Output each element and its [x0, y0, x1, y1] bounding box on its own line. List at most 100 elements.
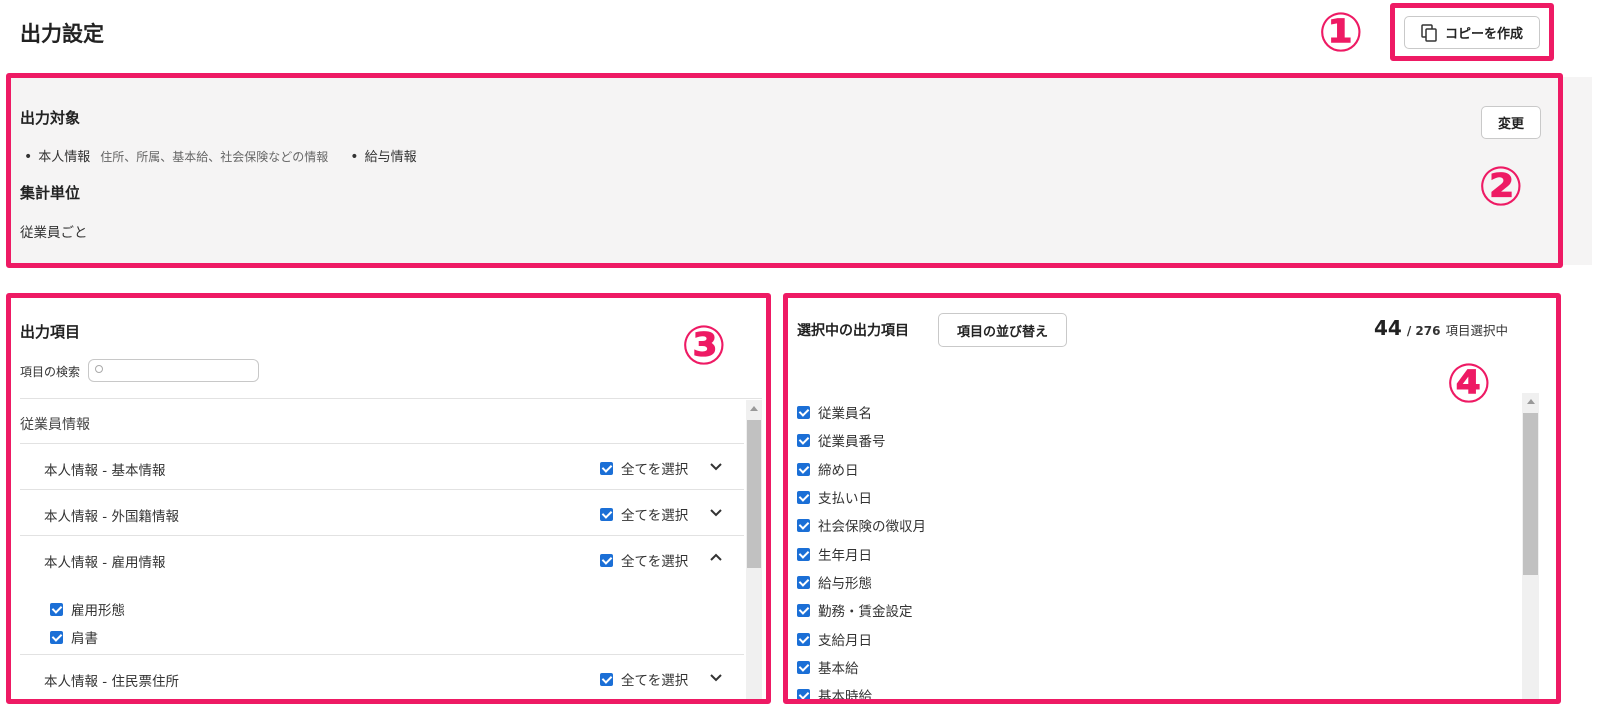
- selected-items-list: 従業員名 従業員番号 締め日 支払い日 社会保険の徴収月 生年月日 給与形態 勤…: [790, 395, 1520, 700]
- checkbox-checked-icon[interactable]: [797, 575, 810, 589]
- sub-item[interactable]: 雇用形態: [50, 599, 125, 619]
- selected-item[interactable]: 支払い日: [797, 487, 872, 507]
- checkbox-checked-icon[interactable]: [600, 461, 613, 475]
- scroll-up-icon[interactable]: [750, 406, 758, 411]
- change-button[interactable]: 変更: [1481, 106, 1541, 139]
- category-label: 本人情報 - 雇用情報: [44, 555, 166, 571]
- selected-item[interactable]: 従業員番号: [797, 430, 886, 450]
- select-all-checkbox[interactable]: 全てを選択: [600, 504, 688, 524]
- selected-items-title: 選択中の出力項目: [797, 323, 909, 339]
- output-target-item-label: 本人情報: [38, 150, 91, 165]
- chevron-down-icon[interactable]: [710, 506, 722, 518]
- search-field[interactable]: [88, 359, 259, 382]
- selected-item-label: 給与形態: [818, 576, 872, 592]
- selected-item[interactable]: 給与形態: [797, 572, 872, 592]
- selected-item-label: 基本給: [818, 661, 859, 677]
- selected-item[interactable]: 生年月日: [797, 544, 872, 564]
- left-scrollbar-thumb[interactable]: [747, 420, 761, 568]
- output-target-item-salary: • 給与情報: [350, 146, 416, 165]
- selected-item-label: 支給月日: [818, 633, 872, 649]
- category-row[interactable]: 本人情報 - 基本情報 全てを選択: [20, 443, 744, 489]
- selected-item[interactable]: 勤務・賃金設定: [797, 600, 913, 620]
- aggregation-title: 集計単位: [20, 184, 81, 202]
- sub-item-label: 肩書: [71, 631, 98, 647]
- select-all-checkbox[interactable]: 全てを選択: [600, 550, 688, 570]
- checkbox-checked-icon[interactable]: [797, 490, 810, 504]
- checkbox-checked-icon[interactable]: [797, 462, 810, 476]
- checkbox-checked-icon[interactable]: [797, 405, 810, 419]
- category-row[interactable]: 本人情報 - 外国籍情報 全てを選択: [20, 489, 744, 535]
- copy-button[interactable]: コピーを作成: [1404, 16, 1540, 49]
- output-items-list: 従業員情報 本人情報 - 基本情報 全てを選択 本人情報 - 外国籍情報 全てを…: [14, 398, 762, 700]
- chevron-up-icon[interactable]: [710, 552, 722, 564]
- bullet-icon: •: [24, 149, 33, 165]
- selected-count: 44: [1374, 316, 1402, 340]
- checkbox-checked-icon[interactable]: [797, 433, 810, 447]
- scroll-up-icon[interactable]: [1527, 399, 1535, 404]
- selected-item[interactable]: 締め日: [797, 459, 859, 479]
- sub-item[interactable]: 肩書: [50, 627, 98, 647]
- selected-item-label: 社会保険の徴収月: [818, 519, 926, 535]
- category-label: 本人情報 - 基本情報: [44, 463, 166, 479]
- select-all-checkbox[interactable]: 全てを選択: [600, 669, 688, 689]
- select-all-label: 全てを選択: [621, 673, 689, 689]
- checkbox-checked-icon[interactable]: [600, 672, 613, 686]
- annotation-number-2: ②: [1478, 155, 1524, 218]
- chevron-down-icon[interactable]: [710, 671, 722, 683]
- page-title: 出力設定: [20, 22, 104, 46]
- selected-item[interactable]: 社会保険の徴収月: [797, 515, 926, 535]
- selected-item[interactable]: 基本時給: [797, 685, 872, 700]
- select-all-label: 全てを選択: [621, 554, 689, 570]
- checkbox-checked-icon[interactable]: [600, 507, 613, 521]
- selection-count: 44 / 276 項目選択中: [1374, 316, 1508, 340]
- output-target-panel: [9, 77, 1592, 265]
- annotation-number-3: ③: [681, 314, 727, 377]
- output-target-item-description: 住所、所属、基本給、社会保険などの情報: [100, 150, 329, 164]
- annotation-number-1: ①: [1318, 1, 1364, 64]
- category-row[interactable]: 本人情報 - 雇用情報 全てを選択 雇用形態 肩書: [20, 535, 744, 654]
- category-row[interactable]: 本人情報 - 住民票住所 全てを選択: [20, 654, 744, 700]
- copy-button-label: コピーを作成: [1444, 27, 1523, 42]
- annotation-number-4: ④: [1446, 352, 1492, 415]
- select-all-checkbox[interactable]: 全てを選択: [600, 458, 688, 478]
- chevron-down-icon[interactable]: [710, 460, 722, 472]
- search-icon: [95, 365, 103, 373]
- reorder-button[interactable]: 項目の並び替え: [938, 313, 1067, 347]
- bullet-icon: •: [350, 149, 359, 165]
- category-label: 本人情報 - 外国籍情報: [44, 509, 179, 525]
- checkbox-checked-icon[interactable]: [50, 602, 63, 616]
- group-header: 従業員情報: [20, 417, 90, 433]
- category-label: 本人情報 - 住民票住所: [44, 674, 179, 690]
- sub-item-label: 雇用形態: [71, 603, 125, 619]
- checkbox-checked-icon[interactable]: [50, 630, 63, 644]
- output-target-title: 出力対象: [20, 109, 81, 127]
- checkbox-checked-icon[interactable]: [797, 518, 810, 532]
- selected-item[interactable]: 支給月日: [797, 629, 872, 649]
- selected-item-label: 従業員番号: [818, 434, 886, 450]
- count-suffix: 項目選択中: [1445, 323, 1508, 338]
- select-all-label: 全てを選択: [621, 462, 689, 478]
- search-label: 項目の検索: [20, 365, 81, 379]
- checkbox-checked-icon[interactable]: [797, 547, 810, 561]
- selected-item-label: 勤務・賃金設定: [818, 604, 913, 620]
- selected-item-label: 支払い日: [818, 491, 872, 507]
- total-count: / 276: [1406, 324, 1441, 338]
- selected-item-label: 従業員名: [818, 406, 872, 422]
- checkbox-checked-icon[interactable]: [797, 660, 810, 674]
- checkbox-checked-icon[interactable]: [600, 553, 613, 567]
- select-all-label: 全てを選択: [621, 508, 689, 524]
- selected-item-label: 生年月日: [818, 548, 872, 564]
- checkbox-checked-icon[interactable]: [797, 632, 810, 646]
- selected-item[interactable]: 基本給: [797, 657, 859, 677]
- aggregation-value: 従業員ごと: [20, 225, 88, 241]
- copy-icon: [1421, 23, 1437, 42]
- output-target-list: • 本人情報 住所、所属、基本給、社会保険などの情報 • 給与情報: [24, 146, 417, 165]
- output-target-item-personal: • 本人情報 住所、所属、基本給、社会保険などの情報: [24, 146, 328, 165]
- output-target-item-label: 給与情報: [364, 150, 417, 165]
- checkbox-checked-icon[interactable]: [797, 688, 810, 700]
- selected-item-label: 基本時給: [818, 689, 872, 700]
- checkbox-checked-icon[interactable]: [797, 603, 810, 617]
- selected-item[interactable]: 従業員名: [797, 402, 872, 422]
- right-scrollbar-thumb[interactable]: [1523, 413, 1538, 575]
- search-input[interactable]: [89, 360, 258, 382]
